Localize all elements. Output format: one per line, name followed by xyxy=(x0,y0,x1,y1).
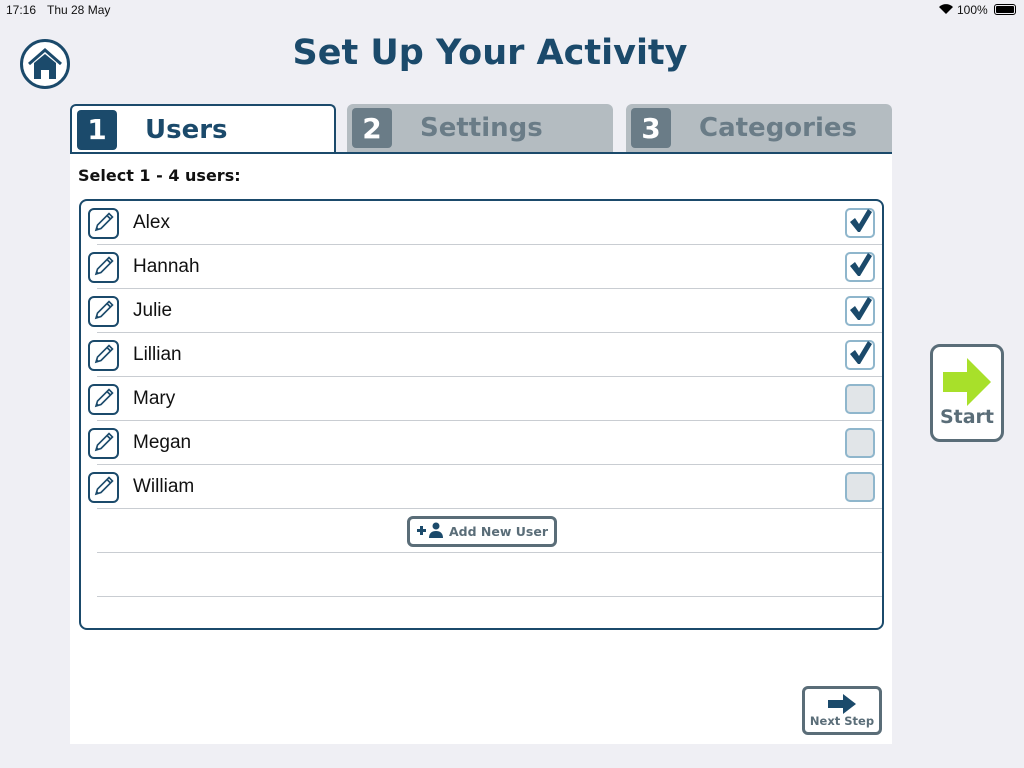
next-step-button[interactable]: Next Step xyxy=(802,686,882,735)
user-name: Mary xyxy=(133,388,176,409)
user-name: Hannah xyxy=(133,256,200,277)
edit-user-button[interactable] xyxy=(88,252,119,283)
user-name: Megan xyxy=(133,432,192,453)
tab-label: Categories xyxy=(699,113,858,143)
tab-number: 3 xyxy=(631,108,671,148)
tab-label: Users xyxy=(145,114,228,145)
tab-users[interactable]: 1 Users xyxy=(70,104,336,153)
user-checkbox[interactable] xyxy=(845,296,875,326)
user-checkbox[interactable] xyxy=(845,472,875,502)
status-bar: 17:16 Thu 28 May 100% xyxy=(0,0,1024,20)
add-new-user-button[interactable]: Add New User xyxy=(407,516,557,547)
user-row[interactable]: Alex xyxy=(81,201,882,245)
users-panel: Select 1 - 4 users: Alex Hannah Julie Lilli… xyxy=(70,152,892,744)
checkmark-icon xyxy=(847,208,873,238)
add-user-label: Add New User xyxy=(449,524,548,539)
user-row[interactable]: Hannah xyxy=(81,245,882,289)
status-date: Thu 28 May xyxy=(47,3,111,17)
user-list: Alex Hannah Julie Lillian Mary Megan William Ad… xyxy=(79,199,884,630)
arrow-right-icon xyxy=(828,693,856,714)
battery-level: 100% xyxy=(957,3,988,17)
user-name: Julie xyxy=(133,300,173,321)
checkmark-icon xyxy=(847,252,873,282)
tab-categories[interactable]: 3 Categories xyxy=(626,104,892,152)
user-checkbox[interactable] xyxy=(845,384,875,414)
user-row[interactable]: Lillian xyxy=(81,333,882,377)
status-time: 17:16 xyxy=(6,3,37,17)
wifi-icon xyxy=(938,2,954,18)
pencil-icon xyxy=(93,343,115,369)
next-step-label: Next Step xyxy=(809,713,875,728)
pencil-icon xyxy=(93,475,115,501)
user-checkbox[interactable] xyxy=(845,252,875,282)
checkmark-icon xyxy=(847,296,873,326)
user-row[interactable]: Mary xyxy=(81,377,882,421)
user-row[interactable]: William xyxy=(81,465,882,509)
edit-user-button[interactable] xyxy=(88,296,119,327)
battery-icon xyxy=(994,4,1016,15)
user-row[interactable]: Megan xyxy=(81,421,882,465)
pencil-icon xyxy=(93,299,115,325)
edit-user-button[interactable] xyxy=(88,208,119,239)
add-user-icon xyxy=(416,522,444,541)
pencil-icon xyxy=(93,255,115,281)
user-checkbox[interactable] xyxy=(845,340,875,370)
checkmark-icon xyxy=(847,340,873,370)
page-title: Set Up Your Activity xyxy=(292,33,688,73)
user-checkbox[interactable] xyxy=(845,208,875,238)
tab-number: 1 xyxy=(77,109,117,150)
arrow-right-icon xyxy=(943,358,991,406)
tab-number: 2 xyxy=(352,108,392,148)
edit-user-button[interactable] xyxy=(88,340,119,371)
start-label: Start xyxy=(939,406,995,428)
user-row[interactable]: Julie xyxy=(81,289,882,333)
user-name: Lillian xyxy=(133,344,182,365)
user-name: William xyxy=(133,476,195,497)
tab-label: Settings xyxy=(420,113,543,143)
pencil-icon xyxy=(93,431,115,457)
pencil-icon xyxy=(93,211,115,237)
edit-user-button[interactable] xyxy=(88,428,119,459)
start-button[interactable]: Start xyxy=(930,344,1004,442)
user-name: Alex xyxy=(133,212,170,233)
pencil-icon xyxy=(93,387,115,413)
user-checkbox[interactable] xyxy=(845,428,875,458)
empty-row xyxy=(81,553,882,597)
select-prompt: Select 1 - 4 users: xyxy=(78,166,241,185)
edit-user-button[interactable] xyxy=(88,472,119,503)
tab-settings[interactable]: 2 Settings xyxy=(347,104,613,152)
edit-user-button[interactable] xyxy=(88,384,119,415)
empty-row xyxy=(81,597,882,628)
